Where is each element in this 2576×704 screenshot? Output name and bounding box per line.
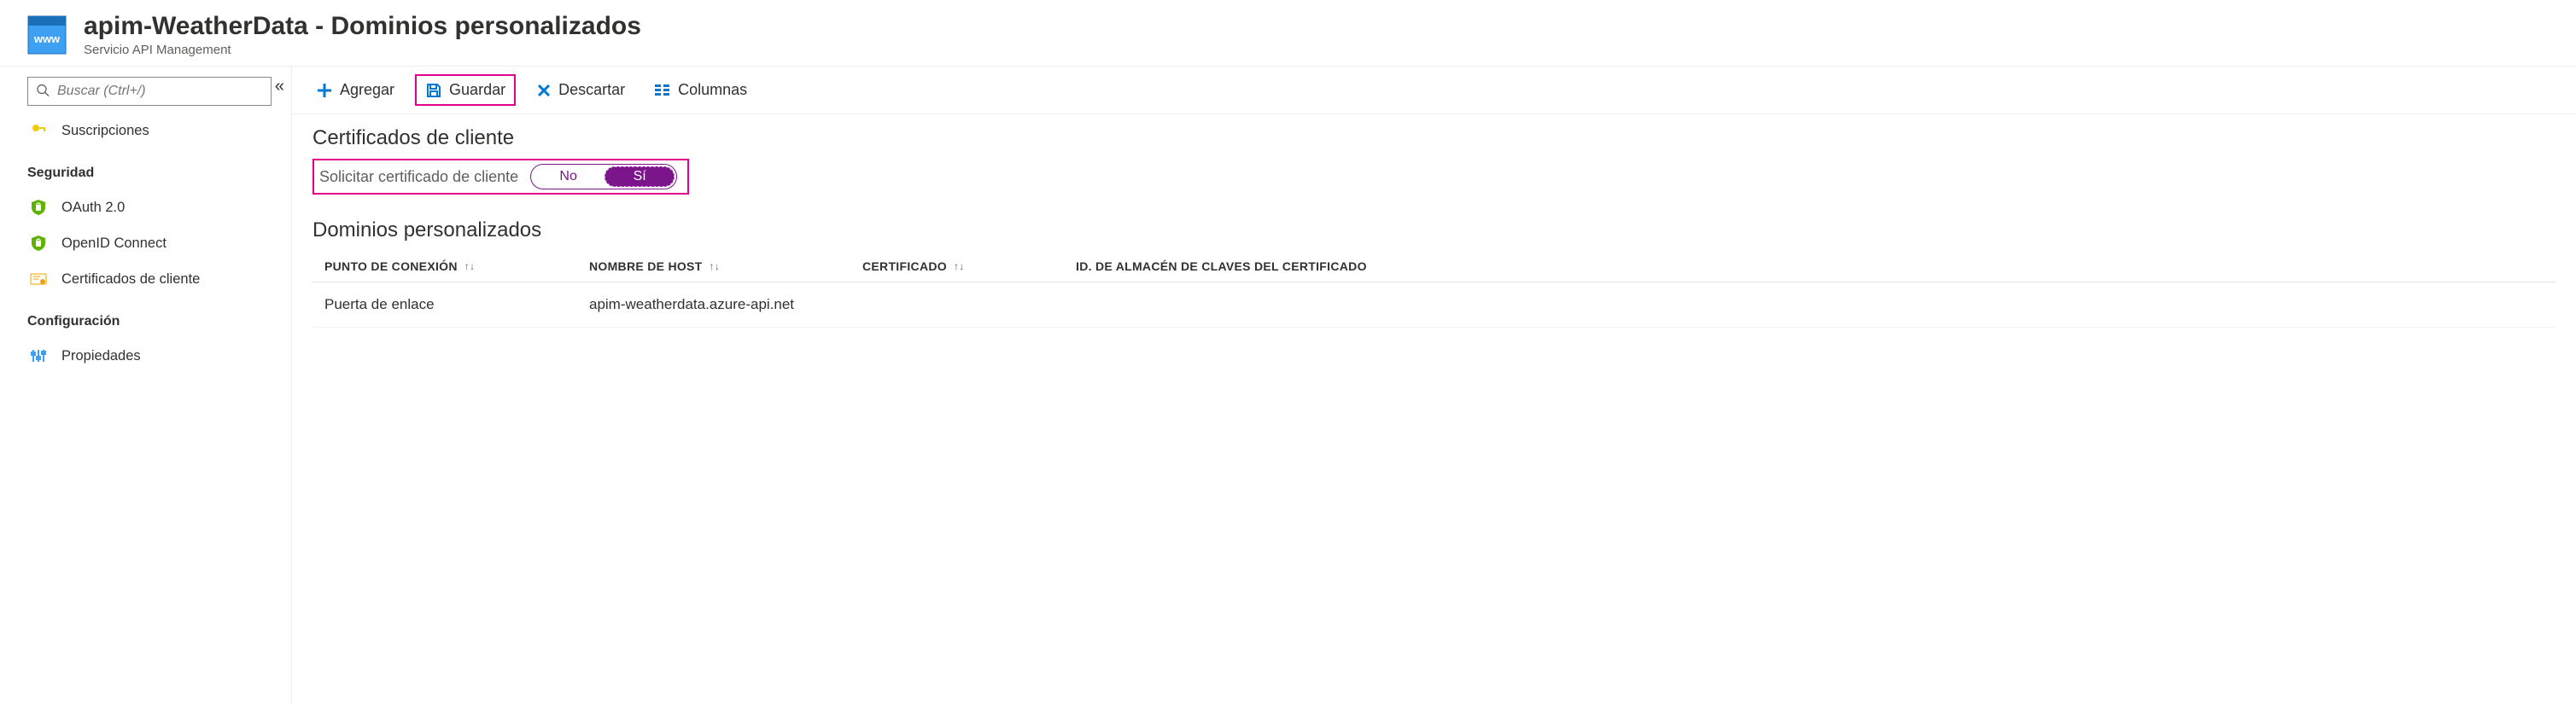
sidebar-item-openid[interactable]: OpenID Connect (27, 225, 279, 261)
certificate-icon (29, 270, 48, 288)
search-icon (36, 84, 50, 100)
toggle-label: Solicitar certificado de cliente (319, 168, 518, 186)
add-button[interactable]: Agregar (307, 76, 403, 104)
svg-text:www: www (33, 32, 61, 45)
plus-icon (316, 82, 333, 99)
key-icon (29, 121, 48, 140)
sidebar-search (27, 77, 279, 106)
close-icon (536, 83, 552, 98)
sidebar-item-label: OAuth 2.0 (61, 200, 125, 216)
section-title-certificados: Certificados de cliente (313, 126, 2556, 150)
sidebar-group-header-configuracion: Configuración (27, 314, 279, 329)
shield-green-icon (29, 198, 48, 217)
save-button[interactable]: Guardar (415, 74, 516, 106)
request-client-cert-row: Solicitar certificado de cliente No Sí (313, 159, 689, 195)
button-label: Guardar (449, 81, 505, 99)
sidebar-item-label: Suscripciones (61, 123, 149, 139)
table-row[interactable]: Puerta de enlace apim-weatherdata.azure-… (313, 282, 2556, 328)
sidebar-item-oauth2[interactable]: OAuth 2.0 (27, 189, 279, 225)
cell-host: apim-weatherdata.azure-api.net (589, 296, 862, 313)
column-header-endpoint[interactable]: PUNTO DE CONEXIÓN ↑↓ (324, 259, 589, 273)
column-header-label: CERTIFICADO (862, 259, 947, 273)
sidebar-item-propiedades[interactable]: Propiedades (27, 338, 279, 374)
button-label: Columnas (678, 81, 747, 99)
shield-green-icon (29, 234, 48, 253)
sidebar-item-certificados-cliente[interactable]: Certificados de cliente (27, 261, 279, 297)
discard-button[interactable]: Descartar (528, 76, 634, 104)
column-header-label: PUNTO DE CONEXIÓN (324, 259, 458, 273)
save-icon (425, 82, 442, 99)
sort-icon: ↑↓ (710, 260, 721, 272)
column-header-label: NOMBRE DE HOST (589, 259, 703, 273)
main-content: Agregar Guardar Descartar (292, 67, 2576, 704)
section-title-dominios: Dominios personalizados (313, 218, 2556, 242)
columns-button[interactable]: Columnas (645, 76, 756, 104)
page-subtitle: Servicio API Management (84, 43, 641, 57)
sidebar-item-label: Certificados de cliente (61, 271, 200, 288)
search-input[interactable] (27, 77, 272, 106)
sidebar-item-suscripciones[interactable]: Suscripciones (27, 113, 279, 148)
sort-icon: ↑↓ (954, 260, 965, 272)
cell-endpoint: Puerta de enlace (324, 296, 589, 313)
sort-icon: ↑↓ (464, 260, 476, 272)
toolbar: Agregar Guardar Descartar (292, 67, 2576, 114)
table-header: PUNTO DE CONEXIÓN ↑↓ NOMBRE DE HOST ↑↓ C… (313, 251, 2556, 282)
columns-icon (654, 84, 671, 97)
toggle-on-label: Sí (605, 166, 675, 187)
toggle-off-label: No (533, 169, 604, 184)
sidebar: « Suscripciones Seguridad (0, 67, 292, 704)
sidebar-group-header-seguridad: Seguridad (27, 166, 279, 181)
sliders-icon (29, 346, 48, 365)
column-header-label: ID. DE ALMACÉN DE CLAVES DEL CERTIFICADO (1076, 259, 1367, 273)
column-header-kv[interactable]: ID. DE ALMACÉN DE CLAVES DEL CERTIFICADO (1076, 259, 2544, 273)
request-client-cert-toggle[interactable]: No Sí (530, 164, 677, 189)
page-header: www apim-WeatherData - Dominios personal… (0, 0, 2576, 67)
column-header-cert[interactable]: CERTIFICADO ↑↓ (862, 259, 1076, 273)
page-title: apim-WeatherData - Dominios personalizad… (84, 12, 641, 41)
sidebar-item-label: OpenID Connect (61, 236, 166, 252)
sidebar-item-label: Propiedades (61, 348, 141, 364)
button-label: Agregar (340, 81, 394, 99)
service-icon: www (27, 15, 67, 55)
column-header-host[interactable]: NOMBRE DE HOST ↑↓ (589, 259, 862, 273)
button-label: Descartar (558, 81, 625, 99)
